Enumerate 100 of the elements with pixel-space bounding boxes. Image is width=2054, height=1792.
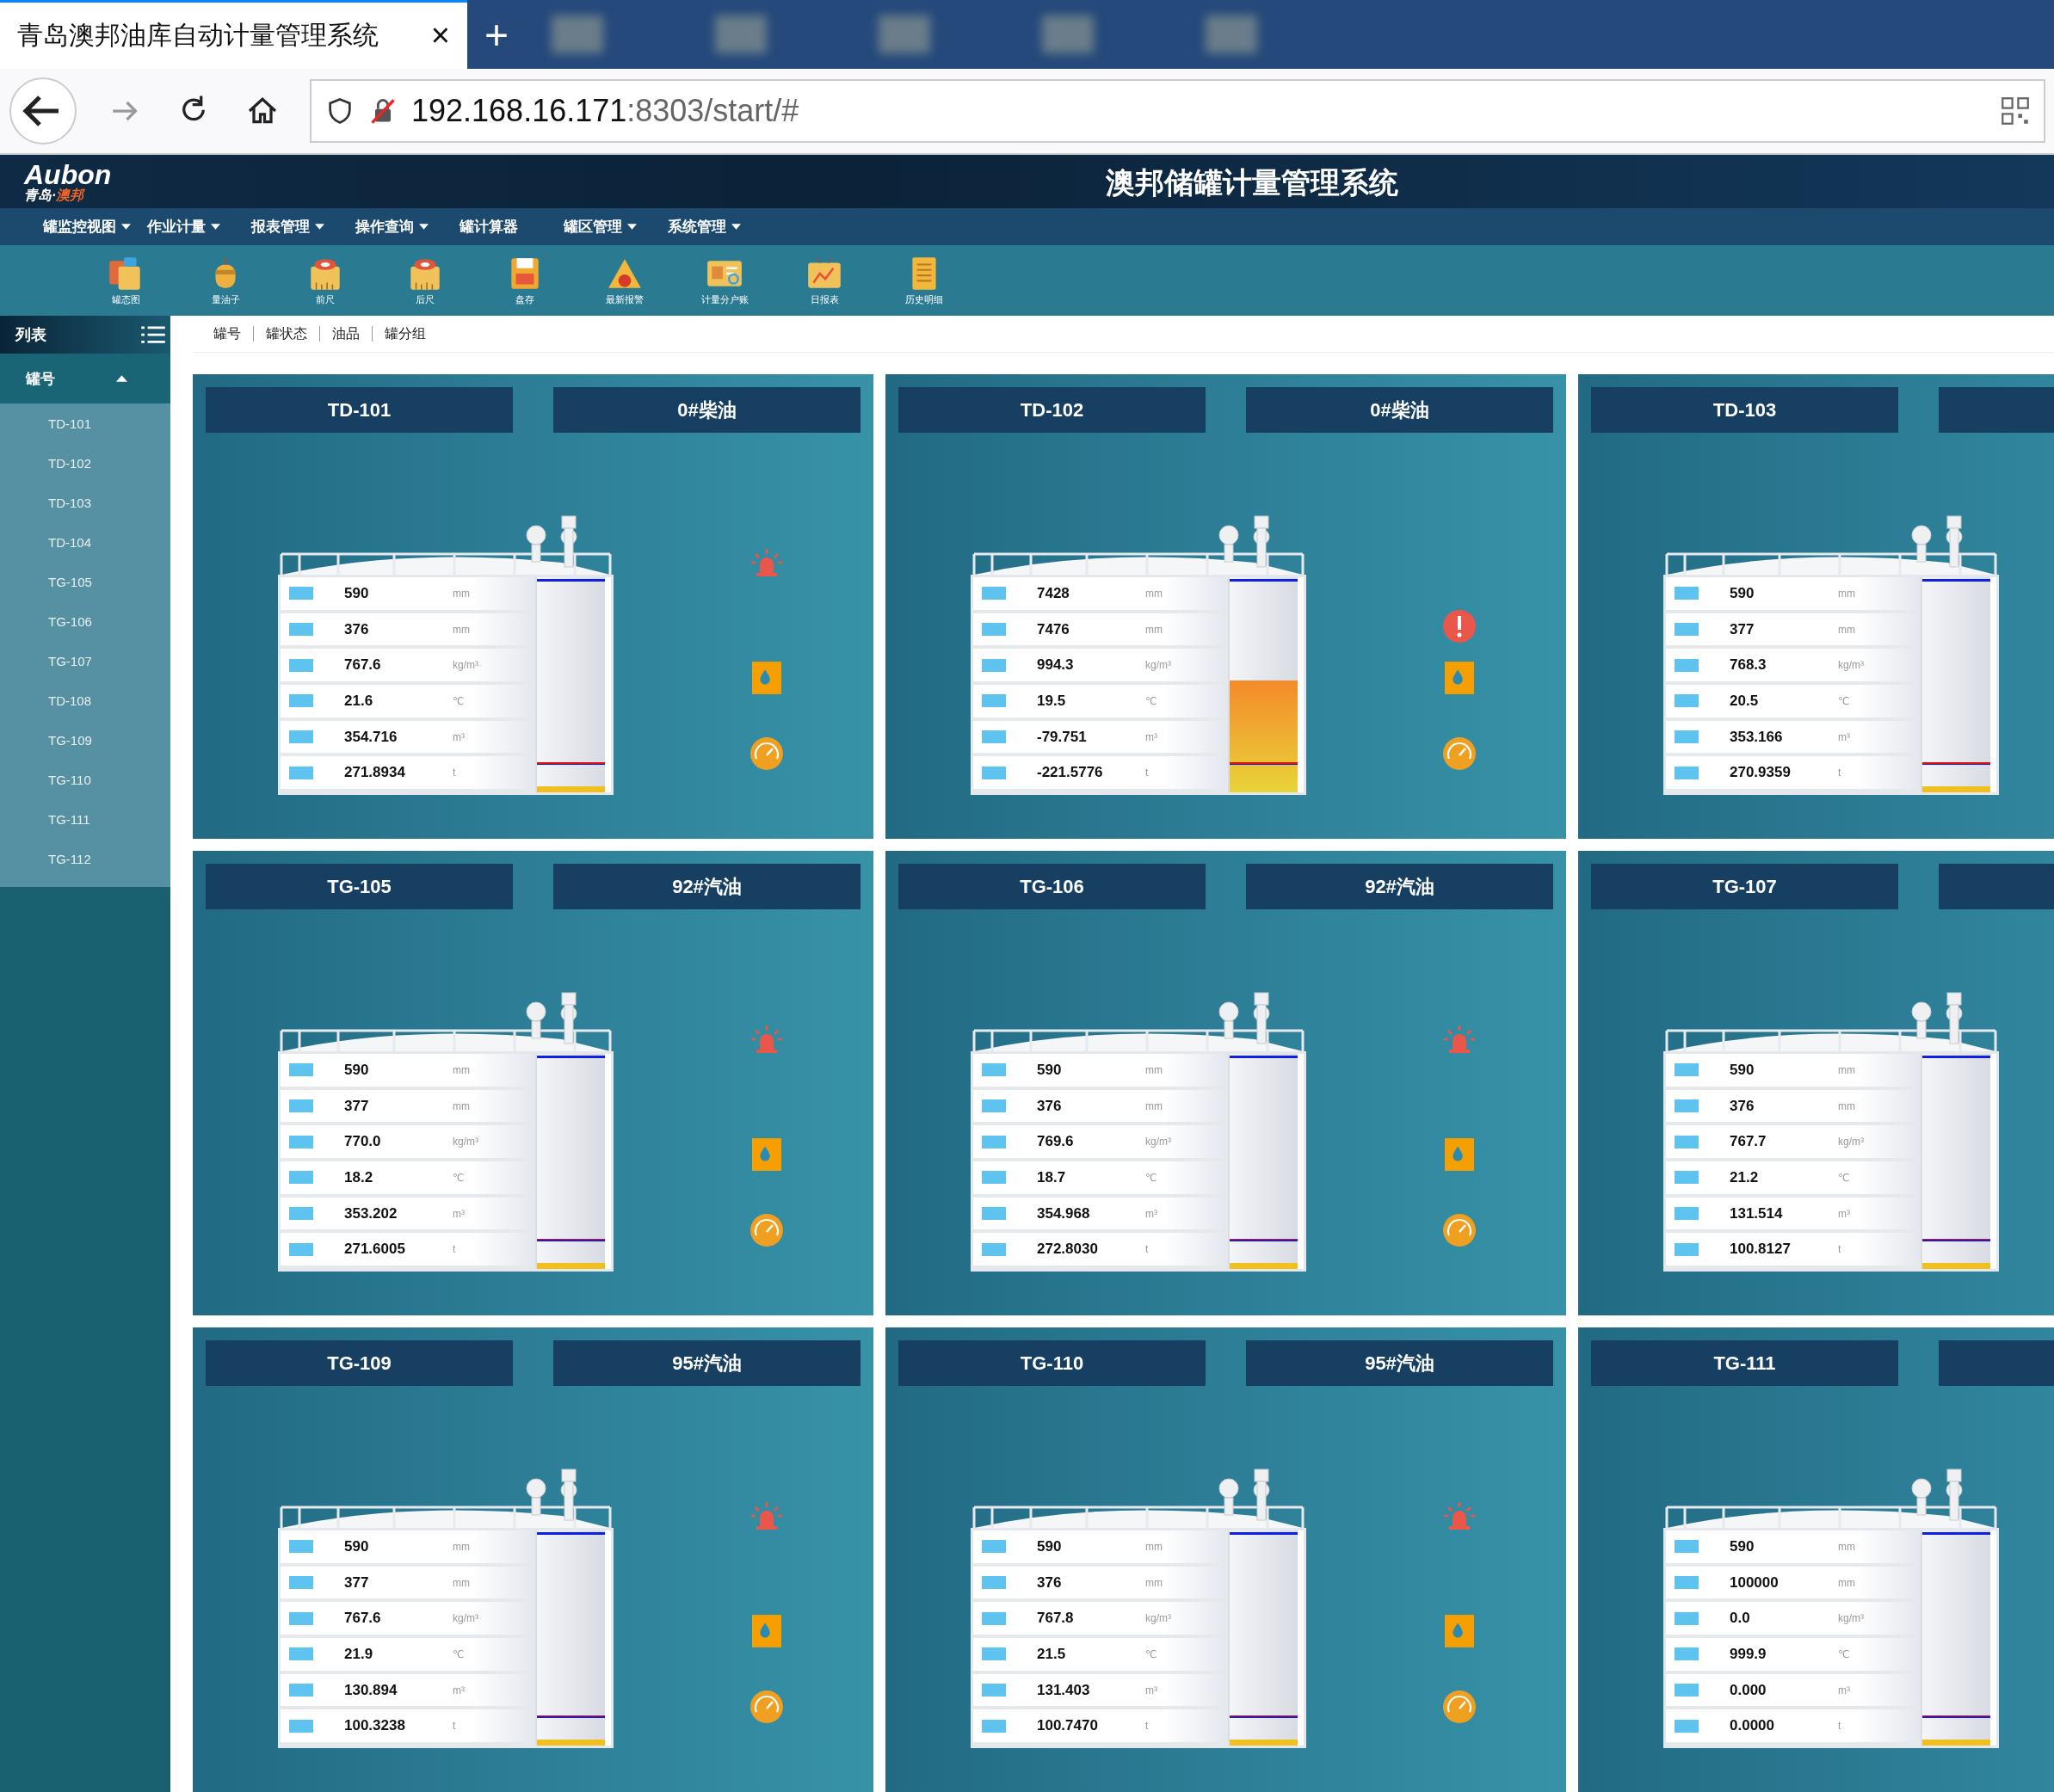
reading-tag (982, 1242, 1006, 1256)
reading-tag (1675, 1611, 1699, 1625)
blurred-tab[interactable] (1206, 15, 1258, 53)
qr-code-icon[interactable] (2001, 96, 2030, 126)
sidebar-item[interactable]: TD-108 (0, 680, 170, 720)
list-icon[interactable] (141, 325, 165, 344)
reading-unit: m³ (1838, 1207, 1850, 1220)
sidebar-item[interactable]: TG-105 (0, 562, 170, 601)
sidebar-item[interactable]: TG-112 (0, 839, 170, 878)
sidebar-item[interactable]: TD-104 (0, 522, 170, 562)
reading-value: 353.202 (344, 1204, 398, 1222)
oil-drop-icon[interactable] (1445, 1614, 1474, 1648)
reading-unit: mm (1838, 623, 1855, 636)
reading-tag (289, 1611, 313, 1625)
sidebar-group[interactable]: 罐号 (0, 354, 170, 403)
reading-value: 100.3238 (344, 1717, 406, 1735)
toolbar-label[interactable]: 日报表 (810, 293, 839, 306)
reading-unit: ℃ (1145, 1171, 1157, 1184)
oil-drop-icon[interactable] (1445, 661, 1474, 695)
reading-unit: ℃ (1145, 1647, 1157, 1660)
sidebar-group-label[interactable]: 罐号 (26, 368, 55, 389)
address-bar[interactable]: 192.168.16.171:8303/start/# (310, 79, 2045, 143)
toolbar-label[interactable]: 后尺 (416, 293, 435, 306)
reading-value: 999.9 (1730, 1645, 1767, 1663)
oil-drop-icon[interactable] (1445, 1137, 1474, 1172)
menu-item[interactable]: 罐区管理 (564, 217, 668, 237)
menu-item[interactable]: 操作查询 (355, 217, 460, 237)
reading-unit: t (1145, 1243, 1149, 1256)
oil-drop-icon[interactable] (752, 1137, 781, 1172)
blurred-tab[interactable] (879, 15, 931, 53)
reading-tag (1675, 1207, 1699, 1220)
filter-link[interactable]: 罐号 (201, 326, 254, 342)
toolbar-label[interactable]: 量油子 (211, 293, 240, 306)
error-icon[interactable] (1442, 609, 1477, 644)
reading-unit: kg/m³ (453, 1612, 478, 1625)
reading-unit: m³ (453, 730, 465, 743)
toolbar-label[interactable]: 历史明细 (905, 293, 943, 306)
back-icon[interactable] (9, 77, 77, 145)
reading-tag (982, 1576, 1006, 1589)
reading-value: 272.8030 (1037, 1241, 1099, 1259)
reading-tag (982, 694, 1006, 708)
sidebar-item[interactable]: TD-102 (0, 443, 170, 483)
filter-link[interactable]: 罐状态 (254, 326, 320, 342)
reading-unit: kg/m³ (453, 659, 478, 672)
reading-unit: ℃ (1838, 694, 1850, 707)
reading-tag (1675, 658, 1699, 672)
oil-drop-icon[interactable] (752, 661, 781, 695)
close-tab-button[interactable]: × (430, 17, 450, 54)
toolbar-label[interactable]: 盘存 (515, 293, 534, 306)
gauge-icon[interactable] (749, 736, 784, 771)
toolbar-label[interactable]: 前尺 (316, 293, 335, 306)
reading-unit: ℃ (453, 1647, 465, 1660)
reading-value: 271.6005 (344, 1241, 406, 1259)
filter-link[interactable]: 油品 (320, 326, 373, 342)
reading-tag (982, 1099, 1006, 1112)
sidebar-item[interactable]: TG-106 (0, 601, 170, 641)
sidebar-item[interactable]: TG-110 (0, 760, 170, 799)
toolbar-label[interactable]: 计量分户账 (700, 293, 749, 306)
blurred-tab[interactable] (552, 15, 604, 53)
reading-tag (982, 658, 1006, 672)
menu-item[interactable]: 罐监控视图 (43, 217, 147, 237)
reading-unit: mm (453, 1063, 470, 1076)
sidebar-item[interactable]: TD-103 (0, 483, 170, 522)
sidebar-item[interactable]: TG-107 (0, 641, 170, 680)
sidebar-item[interactable]: TG-109 (0, 720, 170, 760)
gauge-icon[interactable] (1442, 1690, 1477, 1724)
gauge-icon[interactable] (1442, 1213, 1477, 1247)
reading-value: 767.6 (344, 656, 382, 674)
reading-unit: mm (453, 1576, 470, 1589)
menu-item[interactable]: 罐计算器 (460, 217, 564, 237)
reading-value: 21.2 (1730, 1168, 1760, 1186)
reading-unit: mm (1145, 1540, 1163, 1553)
browser-tab[interactable]: 青岛澳邦油库自动计量管理系统 × (0, 0, 467, 69)
reading-tag (1675, 1540, 1699, 1554)
reading-tag (289, 658, 313, 672)
menu-item[interactable]: 报表管理 (251, 217, 355, 237)
gauge-icon[interactable] (1442, 736, 1477, 771)
oil-drop-icon[interactable] (752, 1614, 781, 1648)
toolbar-label[interactable]: 罐态图 (111, 293, 140, 306)
reading-unit: t (453, 1243, 456, 1256)
reading-unit: t (1145, 767, 1149, 779)
sidebar-item[interactable]: TG-111 (0, 799, 170, 839)
reading-unit: kg/m³ (1145, 1612, 1171, 1625)
toolbar-label[interactable]: 最新报警 (606, 293, 644, 306)
tank-name: TG-110 (898, 1340, 1206, 1386)
reading-tag (1675, 1099, 1699, 1112)
sidebar-item[interactable]: TD-101 (0, 403, 170, 443)
reading-unit: mm (1145, 1099, 1163, 1112)
reading-value: 590 (344, 1061, 370, 1079)
new-tab-button[interactable]: + (467, 0, 527, 69)
blurred-tab[interactable] (715, 15, 768, 53)
gauge-icon[interactable] (749, 1213, 784, 1247)
reading-tag (982, 1647, 1006, 1661)
menu-item[interactable]: 系统管理 (668, 217, 772, 237)
gauge-icon[interactable] (749, 1690, 784, 1724)
reading-unit: m³ (1145, 1684, 1157, 1697)
menu-item[interactable]: 作业计量 (147, 217, 251, 237)
reading-tag (1675, 1063, 1699, 1077)
blurred-tab[interactable] (1042, 15, 1095, 53)
filter-link[interactable]: 罐分组 (373, 326, 438, 342)
